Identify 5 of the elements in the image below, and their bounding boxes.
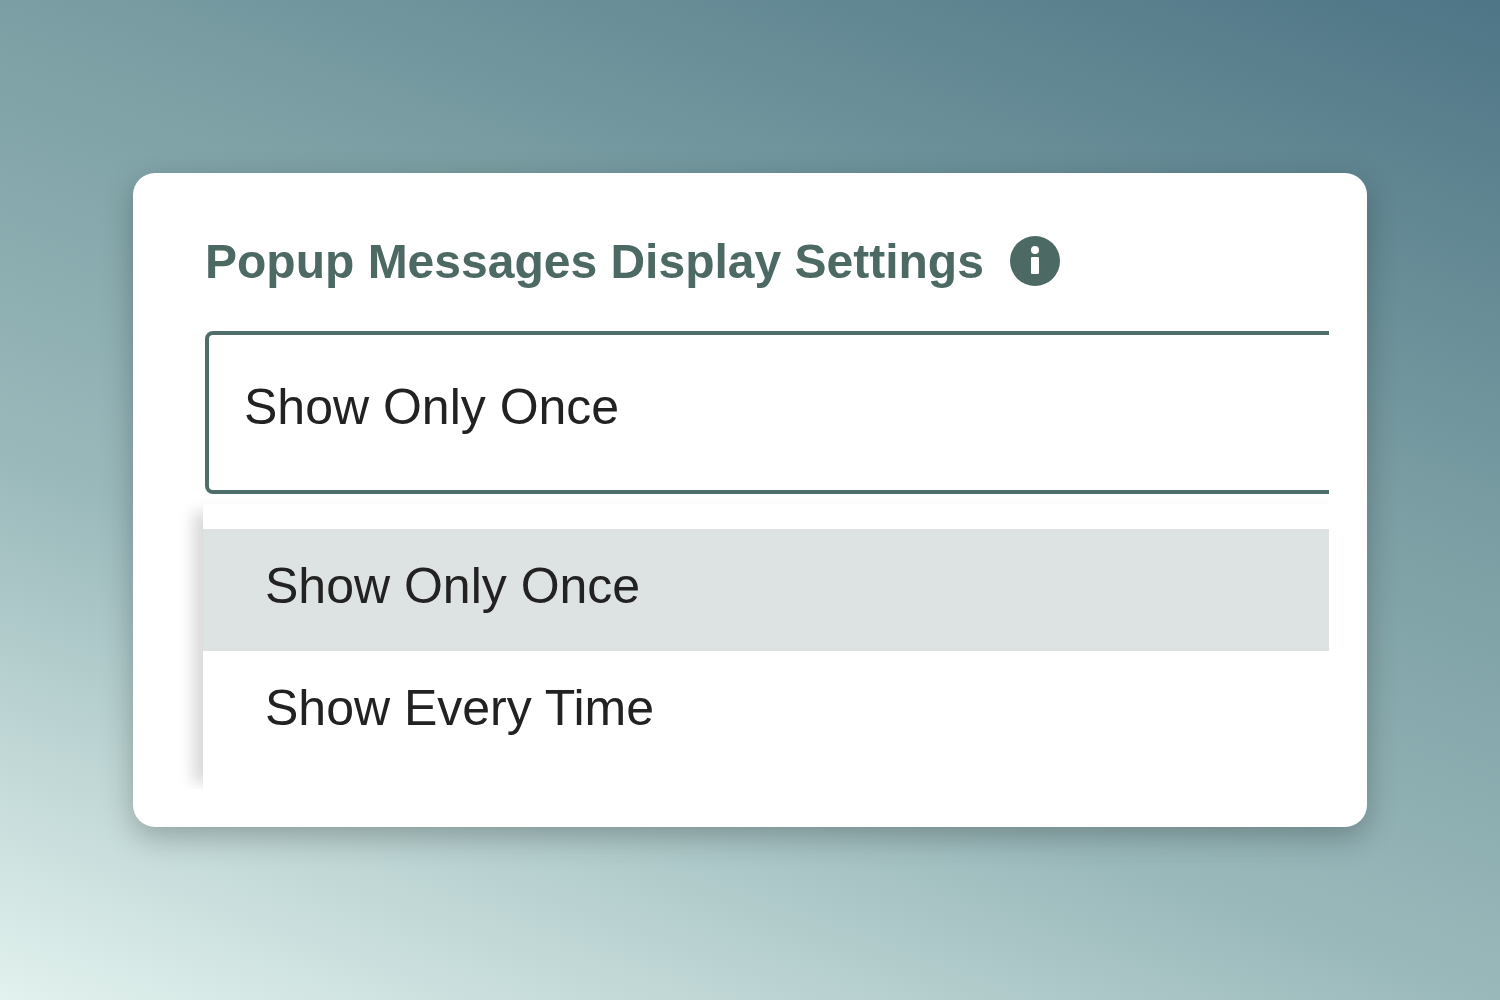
select-field[interactable]: Show Only Once <box>205 331 1329 494</box>
info-icon[interactable] <box>1009 236 1060 286</box>
settings-title: Popup Messages Display Settings <box>205 233 984 289</box>
dropdown-option[interactable]: Show Only Once <box>203 529 1329 651</box>
dropdown-option[interactable]: Show Every Time <box>203 651 1329 773</box>
